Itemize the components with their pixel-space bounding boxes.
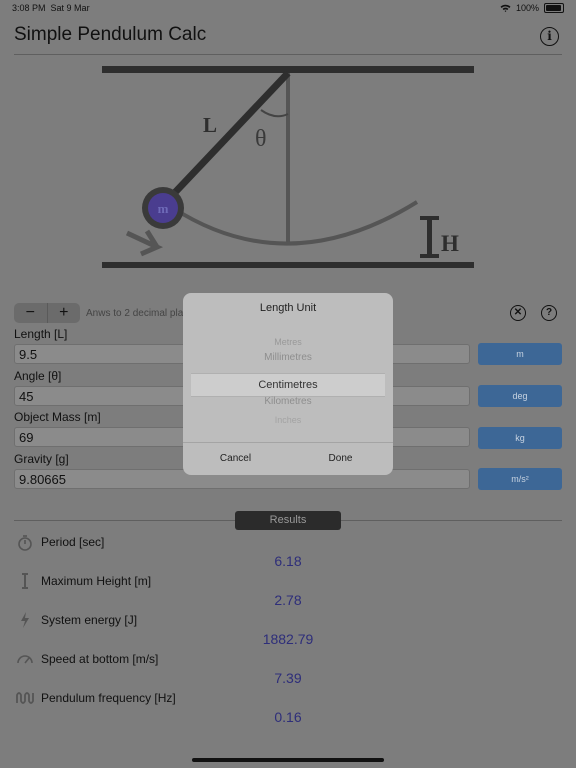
status-time: 3:08 PM Sat 9 Mar	[12, 3, 90, 13]
picker-option[interactable]: Millimetres	[191, 352, 385, 363]
status-bar: 3:08 PM Sat 9 Mar 100%	[0, 0, 576, 16]
wifi-icon	[500, 4, 511, 12]
minus-button[interactable]: −	[14, 303, 47, 323]
page-title: Simple Pendulum Calc	[14, 24, 207, 45]
picker-option[interactable]: Inches	[191, 415, 385, 425]
unit-picker[interactable]: Metres Millimetres Centimetres Kilometre…	[191, 337, 385, 437]
gravity-label-text: Gravity [g]	[14, 452, 69, 466]
header-divider	[14, 54, 562, 55]
length-label: L	[203, 113, 217, 137]
height-label: H	[441, 231, 459, 256]
pendulum-diagram: m L θ H	[102, 66, 474, 268]
mass-label-text: Object Mass [m]	[14, 410, 101, 424]
done-button[interactable]: Done	[288, 443, 393, 475]
frequency-label: Pendulum frequency [Hz]	[41, 691, 176, 705]
period-value: 6.18	[274, 553, 302, 569]
speed-label: Speed at bottom [m/s]	[41, 652, 159, 666]
floor-bar	[102, 262, 474, 268]
frequency-value: 0.16	[274, 709, 302, 725]
battery-icon	[544, 3, 564, 13]
battery-percent: 100%	[515, 3, 539, 13]
picker-selected-option[interactable]: Centimetres	[191, 373, 385, 397]
max-height-label: Maximum Height [m]	[41, 574, 152, 588]
angle-label: θ	[255, 126, 267, 152]
dialog-title: Length Unit	[259, 302, 317, 314]
info-button[interactable]: i	[540, 27, 559, 46]
help-button[interactable]: ?	[541, 305, 557, 321]
period-label: Period [sec]	[41, 535, 105, 549]
mass-unit-button[interactable]: kg	[478, 427, 562, 449]
angle-arc	[260, 109, 289, 118]
height-icon	[22, 573, 28, 589]
picker-option[interactable]: Metres	[191, 337, 385, 347]
decimal-hint: Anws to 2 decimal pla	[86, 308, 184, 319]
angle-unit-button[interactable]: deg	[478, 385, 562, 407]
decimal-stepper[interactable]: − +	[14, 303, 80, 323]
max-height-value: 2.78	[274, 592, 302, 608]
speedometer-icon	[17, 655, 33, 664]
status-right: 100%	[500, 3, 564, 13]
results-tab[interactable]: Results	[235, 511, 341, 530]
dialog-actions: Cancel Done	[183, 442, 393, 475]
swing-arc	[171, 200, 419, 246]
mass-label: m	[158, 201, 169, 216]
stopwatch-icon	[18, 535, 32, 551]
plus-button[interactable]: +	[48, 303, 81, 323]
energy-value: 1882.79	[262, 631, 314, 647]
energy-label: System energy [J]	[41, 613, 138, 627]
cancel-button[interactable]: Cancel	[183, 443, 288, 475]
bolt-icon	[21, 612, 29, 628]
speed-value: 7.39	[274, 670, 302, 686]
picker-option[interactable]: Kilometres	[191, 396, 385, 407]
length-unit-dialog: Length Unit Metres Millimetres Centimetr…	[183, 293, 393, 475]
wave-icon	[16, 692, 34, 704]
pendulum-rod	[162, 70, 291, 206]
length-unit-button[interactable]: m	[478, 343, 562, 365]
home-indicator	[192, 758, 384, 762]
direction-arrow	[125, 229, 164, 257]
clear-button[interactable]: ✕	[510, 305, 526, 321]
angle-label-text: Angle [θ]	[14, 369, 62, 383]
ceiling-bar	[102, 66, 474, 73]
length-label-text: Length [L]	[14, 327, 68, 341]
gravity-unit-button[interactable]: m/s²	[478, 468, 562, 490]
